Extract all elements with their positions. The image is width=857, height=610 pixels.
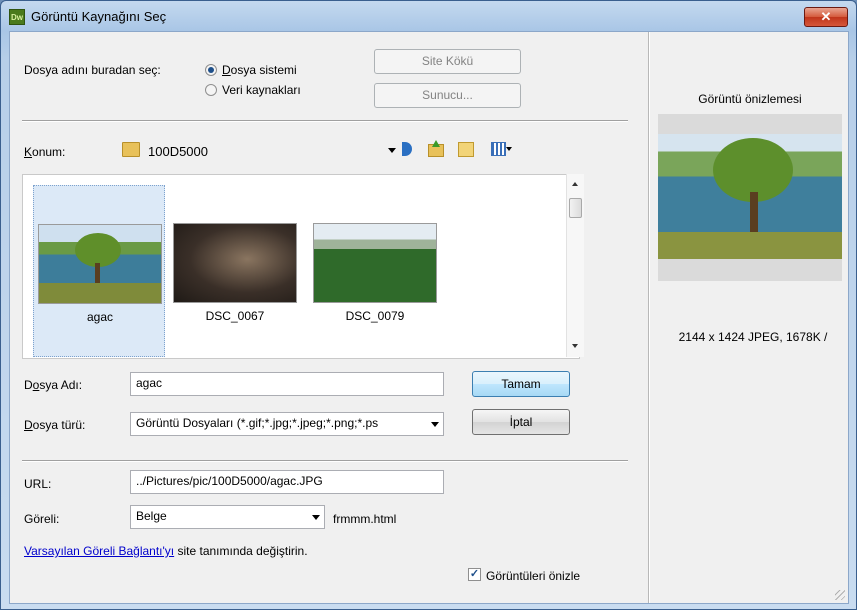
- file-item[interactable]: DSC_0067: [169, 185, 301, 357]
- chevron-down-icon: [388, 148, 396, 153]
- preview-image: [658, 114, 842, 281]
- up-folder-icon[interactable]: [428, 140, 444, 157]
- view-menu-icon[interactable]: [491, 142, 513, 156]
- scroll-thumb[interactable]: [569, 198, 582, 218]
- tree-canopy: [75, 233, 121, 267]
- dialog-body: Dosya adını buradan seç: Dosya sistemi V…: [9, 31, 849, 604]
- ok-button[interactable]: Tamam: [472, 371, 570, 397]
- location-label: Konum:: [24, 145, 66, 159]
- file-item[interactable]: DSC_0079: [309, 185, 441, 357]
- url-input[interactable]: ../Pictures/pic/100D5000/agac.JPG: [130, 470, 444, 494]
- relative-select[interactable]: Belge: [130, 505, 325, 529]
- up-arrow: [432, 140, 440, 147]
- preview-images-checkbox[interactable]: ✓: [468, 568, 481, 581]
- location-label-text: onum:: [32, 145, 66, 159]
- thumbnail-image: [173, 223, 297, 303]
- scroll-down-icon[interactable]: [572, 344, 578, 348]
- location-combo[interactable]: 100D5000: [112, 138, 400, 162]
- grid-view-icon: [491, 142, 506, 156]
- relative-label: Göreli:: [24, 512, 60, 526]
- thumbnail-image: [313, 223, 437, 303]
- relative-note: Varsayılan Göreli Bağlantı'yı site tanım…: [24, 544, 308, 558]
- server-button[interactable]: Sunucu...: [374, 83, 521, 108]
- preview-divider: [648, 32, 650, 603]
- filetype-label: Dosya türü:: [24, 418, 86, 432]
- preview-images-label: Görüntüleri önizle: [486, 569, 581, 583]
- resize-grip-icon[interactable]: [835, 590, 845, 600]
- window-title: Görüntü Kaynağını Seç: [31, 9, 167, 24]
- preview-title: Görüntü önizlemesi: [698, 92, 802, 106]
- back-icon[interactable]: [402, 142, 412, 156]
- relative-value: Belge: [136, 509, 167, 523]
- title-bar[interactable]: Dw Görüntü Kaynağını Seç ✕: [1, 1, 856, 31]
- view-dropdown-arrow: [506, 147, 512, 151]
- file-name: agac: [86, 310, 114, 324]
- close-button[interactable]: ✕: [804, 7, 848, 27]
- preview-info: 2144 x 1424 JPEG, 1678K /: [678, 330, 828, 344]
- filetype-value: Görüntü Dosyaları (*.gif;*.jpg;*.jpeg;*.…: [136, 416, 379, 430]
- note-text: site tanımında değiştirin.: [174, 544, 308, 558]
- dialog-window: Dw Görüntü Kaynağını Seç ✕ Dosya adını b…: [0, 0, 857, 610]
- file-item[interactable]: agac: [33, 185, 165, 357]
- url-label: URL:: [24, 477, 52, 491]
- dreamweaver-app-icon: Dw: [9, 9, 25, 25]
- radio-datasource[interactable]: [205, 84, 217, 96]
- grass: [39, 283, 161, 303]
- filesystem-text: osya sistemi: [230, 63, 297, 77]
- radio-filesystem[interactable]: [205, 64, 217, 76]
- file-list[interactable]: agac DSC_0067 DSC_0079: [22, 174, 580, 359]
- default-relative-link[interactable]: Varsayılan Göreli Bağlantı'yı: [24, 544, 174, 558]
- chevron-down-icon: [431, 422, 439, 427]
- relative-document: frmmm.html: [333, 512, 397, 526]
- file-list-scrollbar[interactable]: [566, 174, 584, 357]
- new-folder-icon[interactable]: [458, 142, 474, 157]
- scroll-up-icon[interactable]: [572, 182, 578, 186]
- preview-grass: [658, 232, 842, 259]
- site-root-button[interactable]: Site Kökü: [374, 49, 521, 74]
- location-value: 100D5000: [148, 144, 208, 159]
- cancel-button[interactable]: İptal: [472, 409, 570, 435]
- radio-filesystem-label: Dosya sistemi: [222, 63, 297, 77]
- source-label: Dosya adını buradan seç:: [24, 63, 161, 77]
- radio-datasource-label: Veri kaynakları: [222, 83, 301, 97]
- thumbnail-image: [38, 224, 162, 304]
- filetype-select[interactable]: Görüntü Dosyaları (*.gif;*.jpg;*.jpeg;*.…: [130, 412, 444, 436]
- filename-input[interactable]: agac: [130, 372, 444, 396]
- filename-label: Dosya Adı:: [24, 378, 83, 392]
- chevron-down-icon: [312, 515, 320, 520]
- divider-bottom: [22, 460, 628, 462]
- divider-top: [22, 120, 628, 122]
- file-name: DSC_0079: [345, 309, 405, 323]
- file-name: DSC_0067: [205, 309, 265, 323]
- folder-icon: [122, 142, 140, 157]
